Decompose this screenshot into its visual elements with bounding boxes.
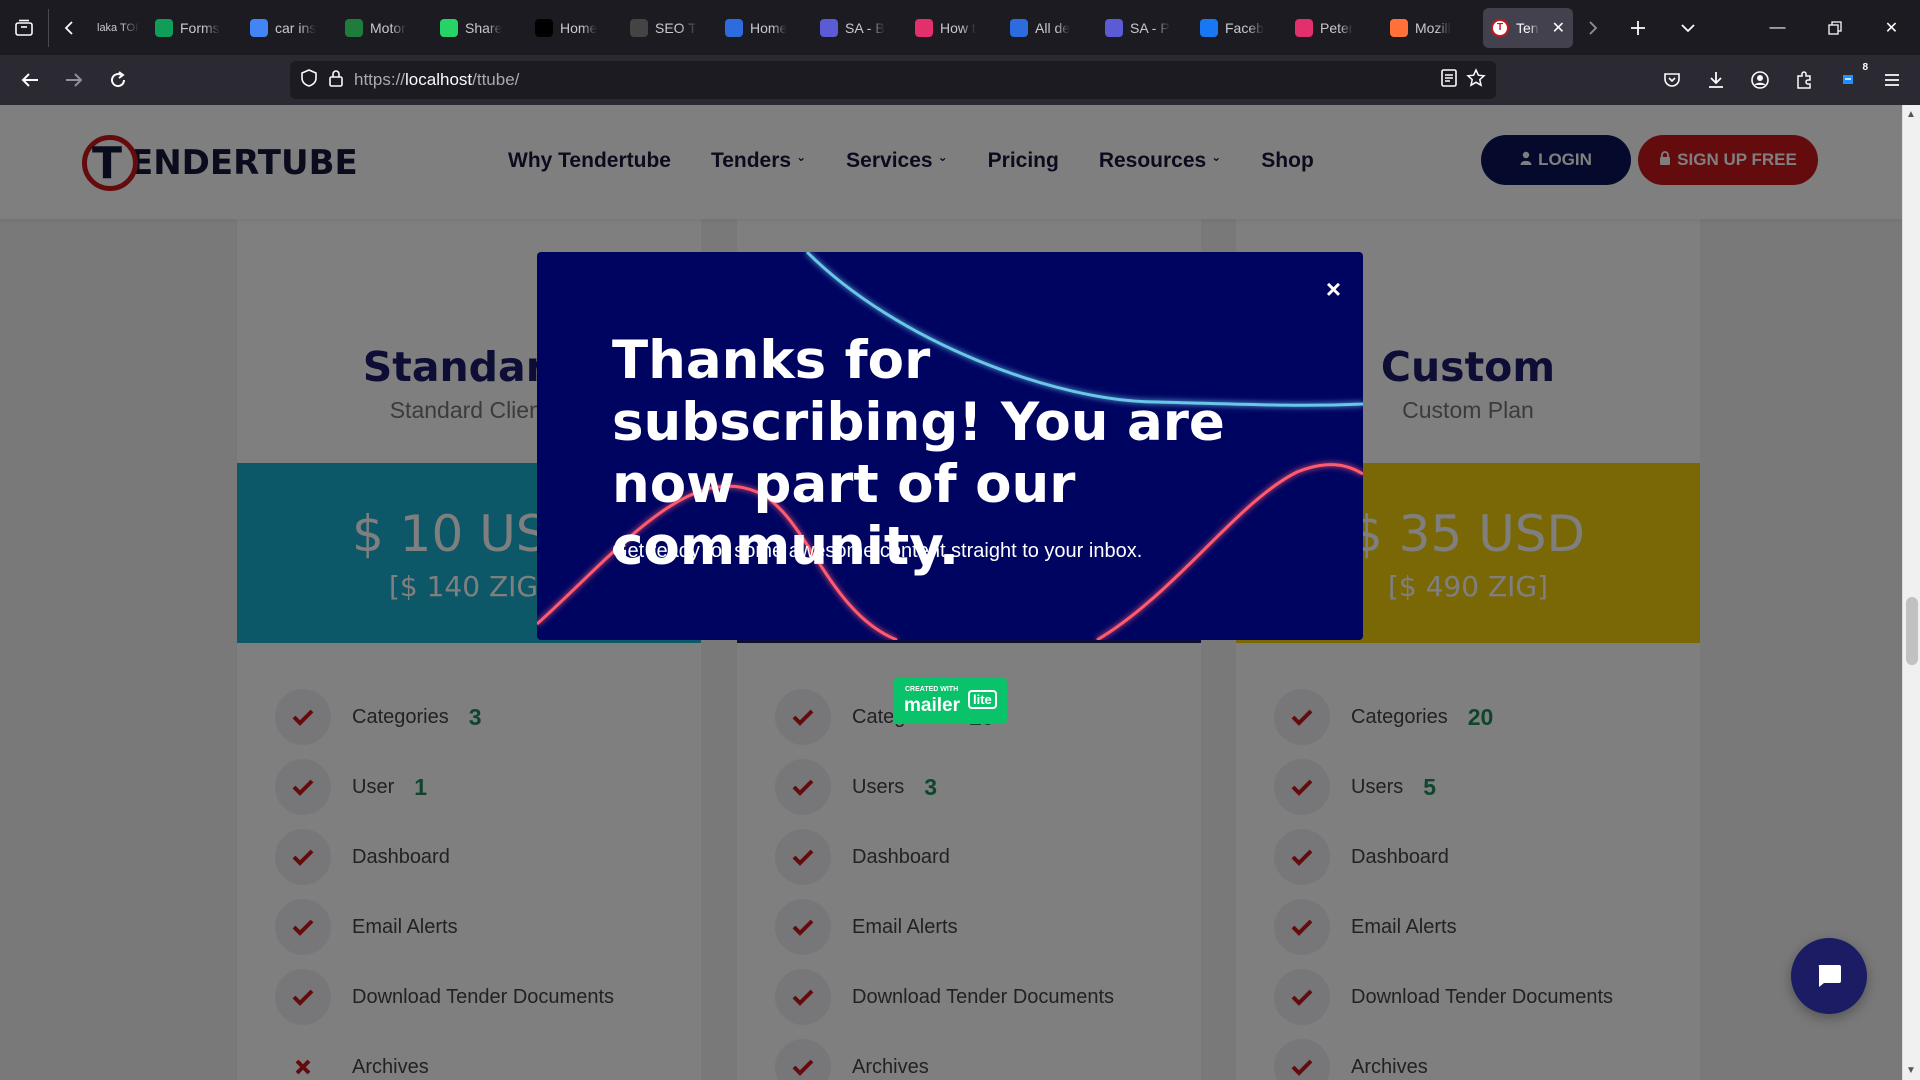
browser-tab[interactable]: SEO T	[622, 8, 717, 48]
tab-active-label: Ten	[1516, 19, 1539, 36]
tab-favicon-icon	[1295, 18, 1313, 37]
back-icon[interactable]	[8, 60, 52, 100]
restore-icon[interactable]	[1806, 0, 1863, 55]
tab-label: How t	[940, 19, 976, 36]
pocket-icon[interactable]	[1650, 60, 1694, 100]
browser-tab[interactable]: Share	[432, 8, 527, 48]
extension-notification-icon[interactable]: 8	[1826, 60, 1870, 100]
browser-tab[interactable]: car ins	[242, 8, 337, 48]
browser-tab[interactable]: Faceb	[1192, 8, 1287, 48]
browser-tab[interactable]: All de	[1002, 8, 1097, 48]
tab-label: SA - B	[845, 19, 885, 36]
tab-label: All de	[1035, 19, 1071, 36]
browser-tab[interactable]: Mozill	[1382, 8, 1477, 48]
reader-view-icon[interactable]	[1440, 68, 1458, 93]
list-all-tabs-icon[interactable]	[1663, 0, 1713, 55]
tab-label: Forms	[180, 19, 220, 36]
mailer-badge-big: mailer	[904, 695, 960, 716]
tab-favicon-icon	[1010, 18, 1028, 37]
tab-label: Share	[465, 19, 503, 36]
bookmark-star-icon[interactable]	[1466, 67, 1486, 93]
tab-scroll-left-icon[interactable]	[49, 0, 89, 55]
mailer-badge-tag: lite	[968, 690, 997, 709]
tab-favicon-icon	[1200, 18, 1218, 37]
tab-scroll-right-icon[interactable]	[1573, 0, 1613, 55]
modal-close-icon[interactable]: ×	[1326, 274, 1341, 305]
browser-tab[interactable]: Forms	[147, 8, 242, 48]
url-text[interactable]: https://localhost/ttube/	[354, 70, 519, 90]
chat-bubble-icon	[1818, 965, 1841, 987]
browser-tab[interactable]: How t	[907, 8, 1002, 48]
tab-label: laka TOPI	[97, 21, 139, 34]
url-scheme: https://	[354, 70, 406, 89]
url-bar[interactable]: https://localhost/ttube/	[290, 61, 1496, 99]
tab-active[interactable]: T Ten ✕	[1483, 7, 1573, 48]
scrollbar-thumb[interactable]	[1906, 597, 1918, 665]
menu-hamburger-icon[interactable]	[1870, 60, 1914, 100]
extensions-icon[interactable]	[1782, 60, 1826, 100]
tab-favicon-icon	[1105, 18, 1123, 37]
tab-favicon-icon	[915, 18, 933, 37]
forward-icon[interactable]	[52, 60, 96, 100]
tab-label: Mozill	[1415, 19, 1451, 36]
tab-label: SA - P	[1130, 19, 1170, 36]
lock-icon[interactable]	[328, 69, 344, 92]
modal-body-text: Get ready for some awesome content strai…	[612, 540, 1143, 562]
tab-overview-icon[interactable]	[0, 0, 48, 55]
tab-favicon-icon	[345, 18, 363, 37]
chat-widget-button[interactable]	[1791, 938, 1867, 1014]
browser-tab[interactable]: laka TOPI	[89, 8, 147, 48]
tab-label: car ins	[275, 19, 317, 36]
new-tab-icon[interactable]	[1613, 0, 1663, 55]
tab-favicon-icon	[440, 18, 458, 37]
browser-tab[interactable]: SA - P	[1097, 8, 1192, 48]
tab-label: Motor	[370, 19, 406, 36]
downloads-icon[interactable]	[1694, 60, 1738, 100]
browser-tab[interactable]: Home	[717, 8, 812, 48]
browser-tab[interactable]: SA - B	[812, 8, 907, 48]
account-icon[interactable]	[1738, 60, 1782, 100]
subscribe-success-modal: × Thanks for subscribing! You are now pa…	[537, 252, 1363, 640]
page-scrollbar[interactable]: ▲ ▼	[1902, 105, 1920, 1080]
tab-favicon-icon	[630, 18, 648, 37]
browser-tab[interactable]: Peter	[1287, 8, 1382, 48]
browser-tab[interactable]: Motor	[337, 8, 432, 48]
close-tab-icon[interactable]: ✕	[1552, 18, 1565, 38]
tab-favicon-icon	[820, 18, 838, 37]
tendertube-favicon-icon: T	[1491, 18, 1509, 37]
minimize-icon[interactable]: —	[1749, 0, 1806, 55]
tab-favicon-icon	[725, 18, 743, 37]
reload-icon[interactable]	[96, 60, 140, 100]
tab-favicon-icon	[250, 18, 268, 37]
tab-strip: laka TOPI Forms car ins Motor Share Home SEO T…	[89, 0, 1477, 55]
scroll-down-icon[interactable]: ▼	[1906, 1065, 1916, 1076]
url-host: localhost	[405, 70, 473, 89]
browser-nav-bar: https://localhost/ttube/ 8	[0, 55, 1920, 105]
tab-label: SEO T	[655, 19, 697, 36]
scroll-up-icon[interactable]: ▲	[1906, 109, 1916, 120]
close-window-icon[interactable]: ✕	[1863, 0, 1920, 55]
shield-icon[interactable]	[300, 68, 318, 93]
mailerlite-badge[interactable]: CREATED WITH mailer lite	[893, 678, 1007, 724]
tab-favicon-icon	[1390, 18, 1408, 37]
tab-favicon-icon	[535, 18, 553, 37]
tab-label: Home	[560, 19, 598, 36]
tab-label: Faceb	[1225, 19, 1264, 36]
tab-label: Home	[750, 19, 788, 36]
tab-label: Peter	[1320, 19, 1354, 36]
extension-badge: 8	[1862, 62, 1868, 73]
browser-tab-bar: laka TOPI Forms car ins Motor Share Home SEO T…	[0, 0, 1920, 55]
tab-favicon-icon	[155, 18, 173, 37]
url-path: /ttube/	[472, 70, 520, 89]
mailer-badge-small: CREATED WITH	[905, 686, 959, 693]
browser-tab[interactable]: Home	[527, 8, 622, 48]
